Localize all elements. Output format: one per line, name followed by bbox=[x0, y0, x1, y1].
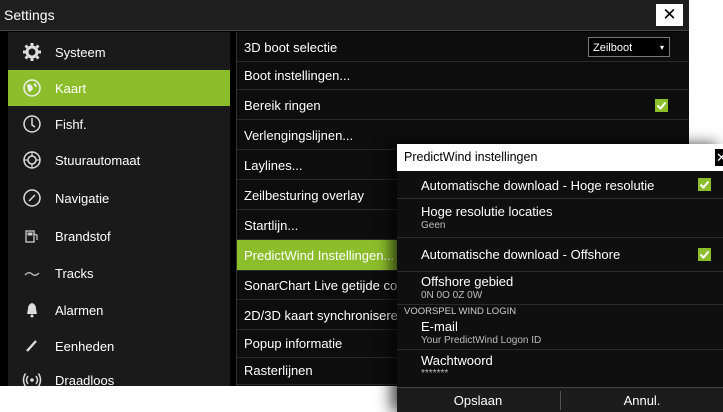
email-placeholder: Your PredictWind Logon ID bbox=[421, 335, 542, 346]
auto-download-hires-label: Automatische download - Hoge resolutie bbox=[421, 178, 655, 193]
menu-item-label: Bereik ringen bbox=[244, 98, 321, 113]
sidebar-item-brandstof[interactable]: Brandstof bbox=[8, 218, 230, 254]
password-field[interactable]: Wachtwoord ******* bbox=[397, 350, 723, 386]
offshore-area-row[interactable]: Offshore gebied 0N 0O 0Z 0W bbox=[397, 272, 723, 305]
menu-item-3d-boot-selectie[interactable]: 3D boot selectie Zeilboot ▾ bbox=[237, 34, 689, 62]
bell-icon bbox=[22, 300, 42, 320]
menu-item-label: Boot instellingen... bbox=[244, 68, 351, 83]
boat-type-dropdown[interactable]: Zeilboot ▾ bbox=[588, 37, 670, 57]
hires-locations-row[interactable]: Hoge resolutie locaties Geen bbox=[397, 199, 723, 238]
sidebar-item-label: Systeem bbox=[55, 45, 106, 60]
auto-download-offshore-checkbox[interactable] bbox=[698, 248, 711, 261]
compass-icon bbox=[22, 188, 42, 208]
fuel-icon bbox=[22, 226, 42, 246]
menu-item-label: Verlengingslijnen... bbox=[244, 128, 354, 143]
offshore-area-label: Offshore gebied bbox=[421, 274, 514, 289]
sidebar-item-label: Fishf. bbox=[55, 117, 87, 132]
email-label: E-mail bbox=[421, 319, 458, 334]
close-button[interactable]: ✕ bbox=[656, 4, 683, 26]
sidebar-item-draadloos[interactable]: Draadloos bbox=[8, 362, 230, 386]
dialog-body: Automatische download - Hoge resolutie H… bbox=[397, 171, 723, 412]
email-field[interactable]: E-mail Your PredictWind Logon ID bbox=[397, 319, 723, 350]
sidebar-item-label: Draadloos bbox=[55, 373, 115, 386]
ruler-icon bbox=[22, 336, 42, 356]
save-button[interactable]: Opslaan bbox=[397, 388, 559, 412]
auto-download-hires-checkbox[interactable] bbox=[698, 178, 711, 191]
hires-locations-value: Geen bbox=[421, 220, 446, 231]
sidebar-item-label: Tracks bbox=[55, 266, 94, 281]
sidebar-item-fishf[interactable]: Fishf. bbox=[8, 106, 230, 142]
sidebar-item-label: Alarmen bbox=[55, 303, 104, 318]
globe-icon bbox=[22, 78, 42, 98]
sidebar-item-alarmen[interactable]: Alarmen bbox=[8, 292, 230, 328]
dialog-title-bar: PredictWind instellingen ✕ bbox=[397, 144, 723, 171]
sidebar-item-label: Navigatie bbox=[55, 191, 110, 206]
dropdown-value: Zeilboot bbox=[593, 42, 633, 54]
sidebar-item-eenheden[interactable]: Eenheden bbox=[8, 328, 230, 364]
menu-item-label: 3D boot selectie bbox=[244, 40, 338, 55]
range-rings-checkbox[interactable] bbox=[655, 99, 668, 112]
menu-item-label: Popup informatie bbox=[244, 336, 343, 351]
sidebar-item-label: Brandstof bbox=[55, 229, 111, 244]
menu-item-label: Startlijn... bbox=[244, 218, 299, 233]
sidebar-item-label: Stuurautomaat bbox=[55, 153, 141, 168]
sidebar-item-tracks[interactable]: Tracks bbox=[8, 255, 230, 291]
menu-item-label: PredictWind Instellingen... bbox=[244, 248, 395, 263]
sidebar-item-kaart[interactable]: Kaart bbox=[8, 70, 230, 106]
title-bar: Settings ✕ bbox=[0, 0, 689, 31]
gear-icon bbox=[22, 42, 42, 62]
sidebar-item-systeem[interactable]: Systeem bbox=[8, 34, 230, 70]
dialog-footer: Opslaan Annul. bbox=[397, 387, 723, 412]
auto-download-hires-row[interactable]: Automatische download - Hoge resolutie bbox=[397, 171, 723, 199]
autopilot-icon bbox=[22, 150, 42, 170]
menu-item-label: Laylines... bbox=[244, 158, 303, 173]
sidebar-item-label: Kaart bbox=[55, 81, 87, 96]
menu-item-label: Zeilbesturing overlay bbox=[244, 188, 364, 203]
password-value: ******* bbox=[421, 368, 449, 379]
auto-download-offshore-row[interactable]: Automatische download - Offshore bbox=[397, 238, 723, 272]
chevron-down-icon: ▾ bbox=[659, 43, 664, 52]
fish-icon bbox=[22, 114, 42, 134]
sidebar: Systeem Kaart Fishf. Stuurautomaat Navig… bbox=[8, 32, 230, 386]
menu-item-boot-instellingen[interactable]: Boot instellingen... bbox=[237, 62, 689, 90]
sidebar-item-label: Eenheden bbox=[55, 339, 115, 354]
window-title: Settings bbox=[4, 7, 55, 23]
dialog-title: PredictWind instellingen bbox=[404, 150, 538, 164]
predictwind-dialog: PredictWind instellingen ✕ Automatische … bbox=[397, 144, 723, 412]
hires-locations-label: Hoge resolutie locaties bbox=[421, 204, 553, 219]
offshore-area-value: 0N 0O 0Z 0W bbox=[421, 290, 483, 301]
cancel-button[interactable]: Annul. bbox=[561, 388, 723, 412]
sidebar-item-stuurautomaat[interactable]: Stuurautomaat bbox=[8, 142, 230, 178]
dialog-close-button[interactable]: ✕ bbox=[715, 149, 723, 166]
password-label: Wachtwoord bbox=[421, 353, 493, 368]
menu-item-label: 2D/3D kaart synchroniseren bbox=[244, 308, 406, 323]
menu-item-label: Rasterlijnen bbox=[244, 363, 313, 378]
auto-download-offshore-label: Automatische download - Offshore bbox=[421, 247, 621, 262]
tracks-icon bbox=[22, 263, 42, 283]
sidebar-item-navigatie[interactable]: Navigatie bbox=[8, 180, 230, 216]
menu-item-bereik-ringen[interactable]: Bereik ringen bbox=[237, 92, 689, 120]
wireless-icon bbox=[22, 370, 42, 386]
section-header-login: VOORSPEL WIND LOGIN bbox=[404, 306, 517, 317]
